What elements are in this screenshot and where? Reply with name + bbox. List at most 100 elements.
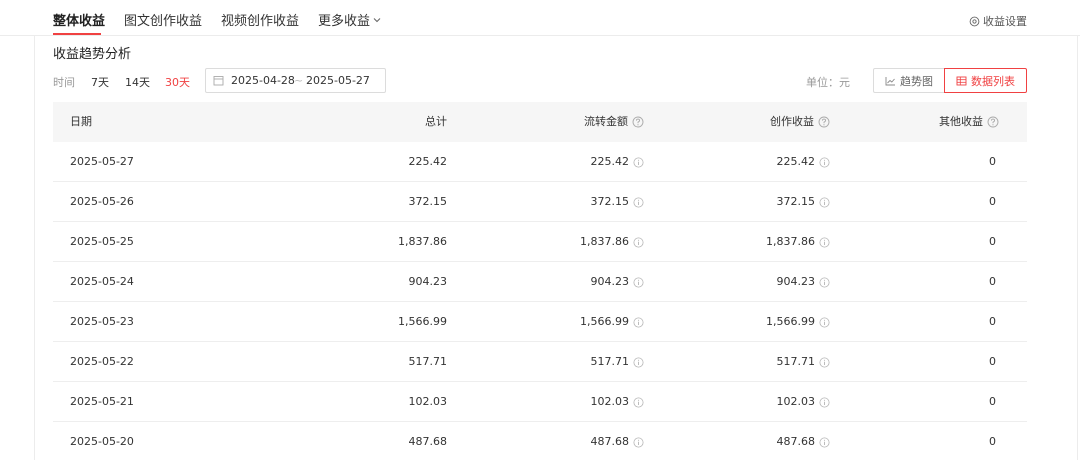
cell-creation-earnings-value: 517.71 [776, 355, 816, 368]
cell-total: 1,837.86 [398, 235, 447, 248]
header-date: 日期 [70, 115, 92, 128]
question-circle-icon[interactable] [632, 116, 644, 128]
cell-flow-amount: 517.71 [591, 342, 645, 382]
header-creation-earnings: 创作收益 [770, 102, 830, 142]
info-circle-icon[interactable] [819, 357, 830, 368]
table-row: 2025-05-25 1,837.86 1,837.86 1,837.86 0 [53, 222, 1027, 262]
cell-date: 2025-05-21 [70, 395, 134, 408]
cell-flow-amount: 1,566.99 [580, 302, 644, 342]
cell-date: 2025-05-27 [70, 155, 134, 168]
table-row: 2025-05-21 102.03 102.03 102.03 0 [53, 382, 1027, 422]
cell-flow-amount-value: 1,837.86 [580, 235, 629, 248]
table-list-icon [956, 76, 967, 85]
range-30-days[interactable]: 30天 [165, 74, 190, 90]
cell-flow-amount: 102.03 [591, 382, 645, 422]
header-creation-earnings-label: 创作收益 [770, 115, 814, 128]
earnings-settings-button[interactable]: 收益设置 [969, 13, 1027, 29]
trend-chart-label: 趋势图 [900, 74, 933, 88]
cell-flow-amount-value: 225.42 [590, 155, 630, 168]
cell-date: 2025-05-22 [70, 355, 134, 368]
cell-creation-earnings: 372.15 [777, 182, 831, 222]
range-7-days[interactable]: 7天 [91, 74, 109, 90]
time-filter-label: 时间 [53, 76, 75, 89]
header-other-earnings-label: 其他收益 [939, 115, 983, 128]
settings-circle-icon [969, 16, 980, 26]
date-range-picker[interactable]: 2025-04-28 ~ 2025-05-27 [205, 68, 386, 93]
cell-creation-earnings: 1,837.86 [766, 222, 830, 262]
info-circle-icon[interactable] [633, 237, 644, 248]
tab-article-earnings[interactable]: 图文创作收益 [124, 10, 202, 29]
cell-creation-earnings-value: 102.03 [776, 395, 816, 408]
earnings-table: 日期 总计 流转金额 创作收益 其他收益 2025-05-27 225.42 2… [53, 102, 1027, 460]
info-circle-icon[interactable] [819, 317, 830, 328]
info-circle-icon[interactable] [633, 197, 644, 208]
cell-creation-earnings: 904.23 [777, 262, 831, 302]
cell-date: 2025-05-26 [70, 195, 134, 208]
content-divider-right [1077, 36, 1078, 460]
tab-more-earnings-label: 更多收益 [318, 14, 371, 29]
cell-other-earnings: 0 [989, 435, 996, 448]
cell-date: 2025-05-24 [70, 275, 134, 288]
cell-flow-amount-value: 372.15 [590, 195, 630, 208]
cell-date: 2025-05-20 [70, 435, 134, 448]
cell-flow-amount-value: 102.03 [590, 395, 630, 408]
date-separator: ~ [294, 74, 304, 87]
cell-creation-earnings-value: 904.23 [776, 275, 816, 288]
table-row: 2025-05-20 487.68 487.68 487.68 0 [53, 422, 1027, 460]
info-circle-icon[interactable] [819, 157, 830, 168]
table-row: 2025-05-24 904.23 904.23 904.23 0 [53, 262, 1027, 302]
trend-chart-button[interactable]: 趋势图 [873, 68, 945, 93]
table-row: 2025-05-27 225.42 225.42 225.42 0 [53, 142, 1027, 182]
header-flow-amount: 流转金额 [584, 102, 644, 142]
info-circle-icon[interactable] [819, 397, 830, 408]
cell-other-earnings: 0 [989, 195, 996, 208]
info-circle-icon[interactable] [819, 277, 830, 288]
cell-creation-earnings: 225.42 [777, 142, 831, 182]
cell-flow-amount: 1,837.86 [580, 222, 644, 262]
tab-more-earnings[interactable]: 更多收益 [318, 10, 381, 29]
tab-overall-earnings[interactable]: 整体收益 [53, 10, 105, 29]
info-circle-icon[interactable] [819, 197, 830, 208]
cell-creation-earnings: 517.71 [777, 342, 831, 382]
info-circle-icon[interactable] [633, 317, 644, 328]
cell-flow-amount: 225.42 [591, 142, 645, 182]
chevron-down-icon [373, 18, 381, 23]
cell-creation-earnings: 1,566.99 [766, 302, 830, 342]
date-end[interactable]: 2025-05-27 [306, 74, 370, 87]
cell-other-earnings: 0 [989, 235, 996, 248]
cell-other-earnings: 0 [989, 355, 996, 368]
cell-flow-amount-value: 517.71 [590, 355, 630, 368]
cell-total: 102.03 [408, 395, 448, 408]
cell-flow-amount-value: 904.23 [590, 275, 630, 288]
question-circle-icon[interactable] [987, 116, 999, 128]
info-circle-icon[interactable] [633, 397, 644, 408]
cell-date: 2025-05-23 [70, 315, 134, 328]
info-circle-icon[interactable] [633, 157, 644, 168]
cell-other-earnings: 0 [989, 155, 996, 168]
tab-video-earnings[interactable]: 视频创作收益 [221, 10, 299, 29]
cell-creation-earnings-value: 372.15 [776, 195, 816, 208]
earnings-settings-label: 收益设置 [983, 15, 1027, 28]
cell-creation-earnings: 102.03 [777, 382, 831, 422]
cell-flow-amount-value: 1,566.99 [580, 315, 629, 328]
cell-other-earnings: 0 [989, 395, 996, 408]
date-start[interactable]: 2025-04-28 [231, 74, 295, 87]
cell-other-earnings: 0 [989, 275, 996, 288]
question-circle-icon[interactable] [818, 116, 830, 128]
table-header: 日期 总计 流转金额 创作收益 其他收益 [53, 102, 1027, 142]
data-list-button[interactable]: 数据列表 [944, 68, 1027, 93]
header-flow-amount-label: 流转金额 [584, 115, 628, 128]
table-row: 2025-05-23 1,566.99 1,566.99 1,566.99 0 [53, 302, 1027, 342]
info-circle-icon[interactable] [819, 237, 830, 248]
cell-total: 517.71 [408, 355, 448, 368]
info-circle-icon[interactable] [633, 437, 644, 448]
info-circle-icon[interactable] [633, 357, 644, 368]
info-circle-icon[interactable] [633, 277, 644, 288]
info-circle-icon[interactable] [819, 437, 830, 448]
cell-total: 1,566.99 [398, 315, 447, 328]
table-row: 2025-05-26 372.15 372.15 372.15 0 [53, 182, 1027, 222]
cell-creation-earnings: 487.68 [777, 422, 831, 460]
cell-other-earnings: 0 [989, 315, 996, 328]
data-list-label: 数据列表 [971, 74, 1015, 88]
range-14-days[interactable]: 14天 [125, 74, 150, 90]
